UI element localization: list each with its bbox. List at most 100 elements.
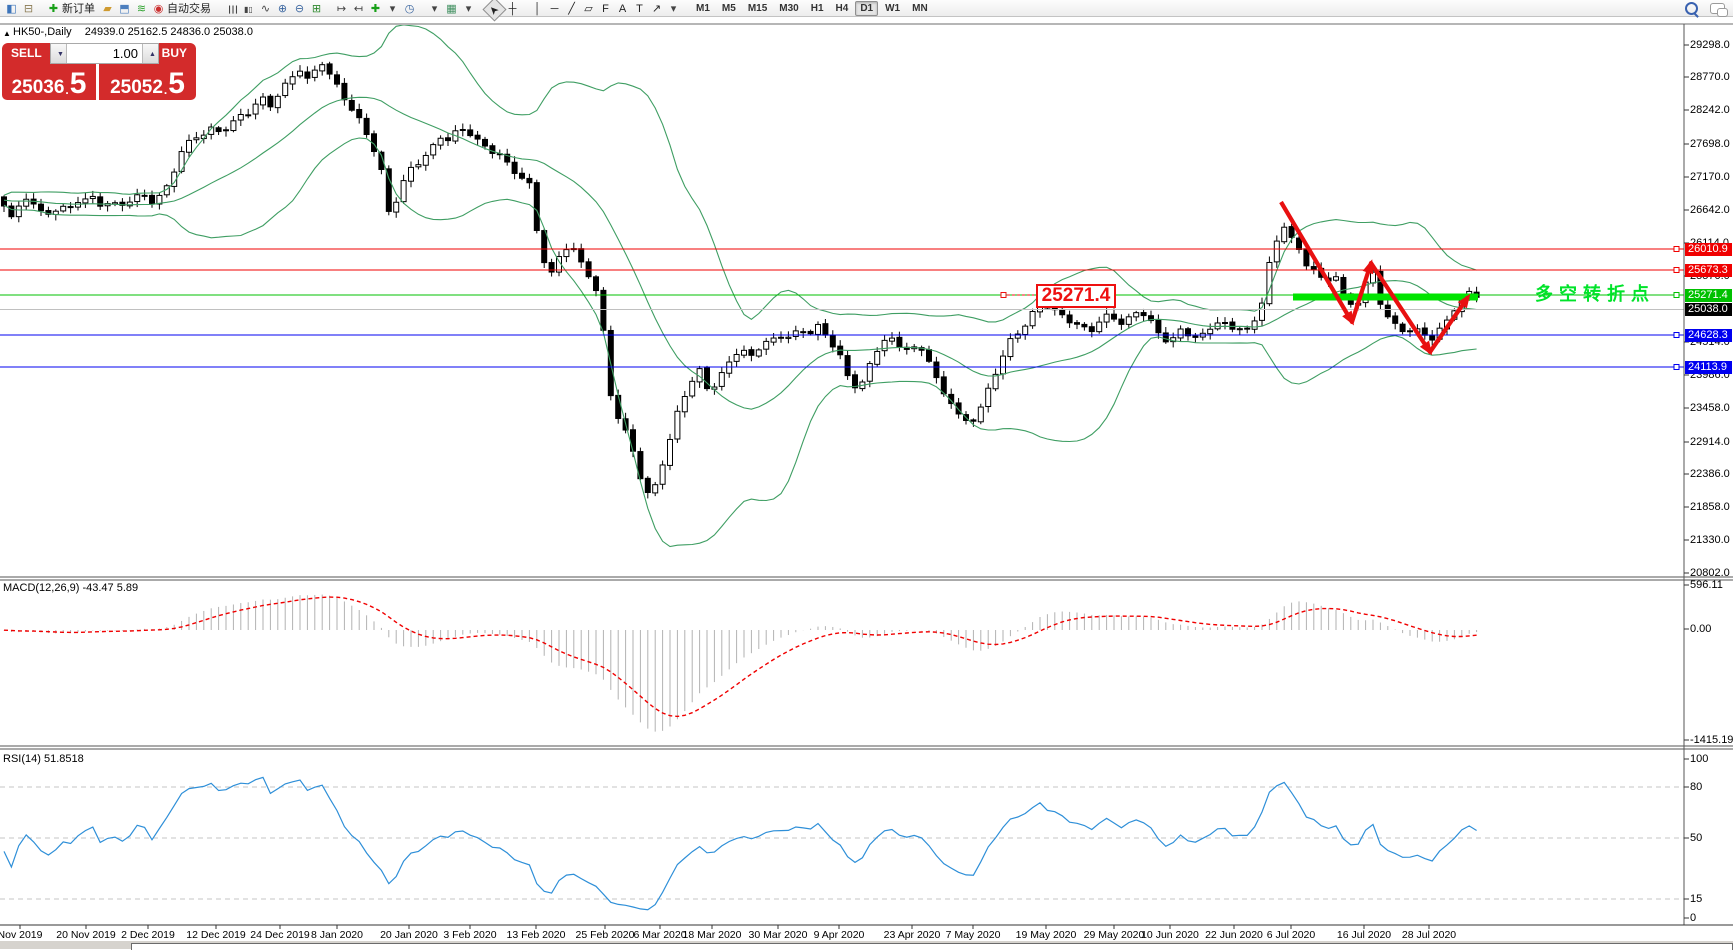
date-axis-label: 6 Jul 2020 [1267, 929, 1315, 941]
chart-dropdown-icon[interactable]: ▾ [427, 2, 442, 17]
rsi-axis-tick: 0 [1690, 912, 1696, 924]
buy-button[interactable]: BUY [159, 43, 196, 64]
timeframe-button-h1[interactable]: H1 [806, 1, 829, 16]
date-axis-label: Nov 2019 [0, 929, 42, 941]
tile-windows-icon[interactable]: ⊞ [309, 2, 324, 17]
clock-icon[interactable]: ◷ [402, 2, 417, 17]
crosshair-icon[interactable]: ┼ [505, 2, 520, 17]
buy-price[interactable]: 25052 . 5 [99, 64, 196, 100]
price-chart-canvas[interactable] [0, 0, 1733, 949]
price-axis-tick: 28242.0 [1690, 104, 1730, 116]
auto-scroll-icon[interactable]: ↦ [334, 2, 349, 17]
volume-increase-button[interactable]: ▲ [143, 44, 158, 63]
sell-button[interactable]: SELL [2, 43, 50, 64]
autotrade-icon[interactable]: ◉ [151, 2, 166, 17]
price-axis-tick: 21858.0 [1690, 501, 1730, 513]
eraser-icon[interactable]: ▰ [100, 2, 115, 17]
price-axis-tick: 23458.0 [1690, 402, 1730, 414]
dropdown-arrow-icon[interactable]: ▾ [461, 2, 476, 17]
zoom-out-icon[interactable]: ⊖ [292, 2, 307, 17]
price-level-label: 26010.9 [1685, 243, 1732, 256]
chat-icon[interactable] [1710, 3, 1725, 14]
date-axis-label: 28 Jul 2020 [1402, 929, 1456, 941]
indicators-icon[interactable]: ✚ [368, 2, 383, 17]
new-chart-icon[interactable]: ◧ [4, 2, 19, 17]
volume-input[interactable] [66, 44, 143, 63]
text-label-icon[interactable]: T [632, 2, 647, 17]
new-order-icon[interactable]: ✚ [46, 2, 61, 17]
buy-price-pips: 5 [168, 71, 185, 97]
chart-profiles-icon[interactable]: ⊟ [21, 2, 36, 17]
timeframe-button-m1[interactable]: M1 [691, 1, 715, 16]
date-axis-label: 20 Jan 2020 [380, 929, 438, 941]
date-axis-label: 24 Dec 2019 [250, 929, 310, 941]
trendline-icon[interactable]: ╱ [564, 2, 579, 17]
dropdown-arrow-icon[interactable]: ▾ [385, 2, 400, 17]
chart-shift-icon[interactable]: ↤ [351, 2, 366, 17]
date-axis-label: 3 Feb 2020 [443, 929, 496, 941]
line-chart-icon[interactable]: ∿ [258, 2, 273, 17]
macd-axis-tick: 596.11 [1690, 579, 1723, 591]
macd-indicator-label: MACD(12,26,9) -43.47 5.89 [3, 582, 138, 594]
price-axis-tick: 28770.0 [1690, 71, 1730, 83]
horizontal-line-icon[interactable]: ─ [547, 2, 562, 17]
date-axis-label: 30 Mar 2020 [749, 929, 808, 941]
timeframe-button-w1[interactable]: W1 [880, 1, 905, 16]
macd-axis-tick: 0.00 [1690, 623, 1711, 635]
date-axis-label: 2 Dec 2019 [121, 929, 175, 941]
vertical-line-icon[interactable]: │ [530, 2, 545, 17]
template-icon[interactable]: ▦ [444, 2, 459, 17]
channel-icon[interactable]: ▱ [581, 2, 596, 17]
timeframe-button-h4[interactable]: H4 [831, 1, 854, 16]
zoom-in-icon[interactable]: ⊕ [275, 2, 290, 17]
price-axis-tick: 27170.0 [1690, 171, 1730, 183]
price-annotation-box[interactable]: 25271.4 [1036, 284, 1116, 308]
chart-title: HK50-,Daily 24939.0 25162.5 24836.0 2503… [13, 26, 253, 38]
signals-icon[interactable]: ≋ [134, 2, 149, 17]
price-axis-tick: 22386.0 [1690, 468, 1730, 480]
rsi-indicator-label: RSI(14) 51.8518 [3, 753, 84, 765]
price-level-label: 25038.0 [1685, 303, 1732, 316]
date-axis-label: 6 Mar 2020 [633, 929, 686, 941]
price-level-label: 25271.4 [1685, 289, 1732, 302]
pivot-point-annotation[interactable]: 多空转折点 [1535, 280, 1655, 306]
price-level-label: 25673.3 [1685, 264, 1732, 277]
date-axis-label: 23 Apr 2020 [884, 929, 941, 941]
sell-price-pips: 5 [70, 71, 87, 97]
timeframe-button-m30[interactable]: M30 [774, 1, 803, 16]
fibonacci-icon[interactable]: F [598, 2, 613, 17]
timeframe-button-m15[interactable]: M15 [743, 1, 772, 16]
timeframe-button-mn[interactable]: MN [907, 1, 933, 16]
timeframe-button-m5[interactable]: M5 [717, 1, 741, 16]
candlestick-chart-icon[interactable]: ▮▯ [241, 3, 256, 18]
search-icon[interactable] [1685, 2, 1698, 15]
price-level-label: 24113.9 [1685, 361, 1732, 374]
date-axis-label: 19 May 2020 [1016, 929, 1077, 941]
shapes-icon[interactable]: ↗ [649, 2, 664, 17]
date-axis-label: 10 Jun 2020 [1141, 929, 1199, 941]
timeframe-button-d1[interactable]: D1 [855, 1, 878, 16]
expert-advisors-icon[interactable]: ⬒ [117, 2, 132, 17]
sell-price[interactable]: 25036 . 5 [2, 64, 96, 100]
rsi-axis-tick: 80 [1690, 781, 1702, 793]
volume-decrease-button[interactable]: ▼ [51, 44, 66, 63]
date-axis-label: 22 Jun 2020 [1205, 929, 1263, 941]
dropdown-arrow-icon[interactable]: ▾ [666, 2, 681, 17]
price-axis-tick: 20802.0 [1690, 567, 1730, 579]
autotrade-label[interactable]: 自动交易 [167, 3, 211, 15]
date-axis-label: 20 Nov 2019 [56, 929, 116, 941]
new-order-label[interactable]: 新订单 [62, 3, 95, 15]
one-click-panel-toggle[interactable]: ▲ [3, 29, 11, 38]
rsi-axis-tick: 50 [1690, 832, 1702, 844]
date-axis-label: 7 May 2020 [946, 929, 1001, 941]
bar-chart-icon[interactable]: ☰ [224, 2, 239, 17]
rsi-axis-tick: 15 [1690, 893, 1702, 905]
text-icon[interactable]: A [615, 2, 630, 17]
terminal-window-edge [0, 941, 1733, 949]
price-axis-tick: 29298.0 [1690, 39, 1730, 51]
macd-axis-tick: -1415.19 [1690, 734, 1733, 746]
price-axis-tick: 27698.0 [1690, 138, 1730, 150]
chart-symbol-period: HK50-,Daily [13, 26, 72, 38]
sell-price-main: 25036 [12, 78, 65, 97]
price-axis-tick: 22914.0 [1690, 436, 1730, 448]
